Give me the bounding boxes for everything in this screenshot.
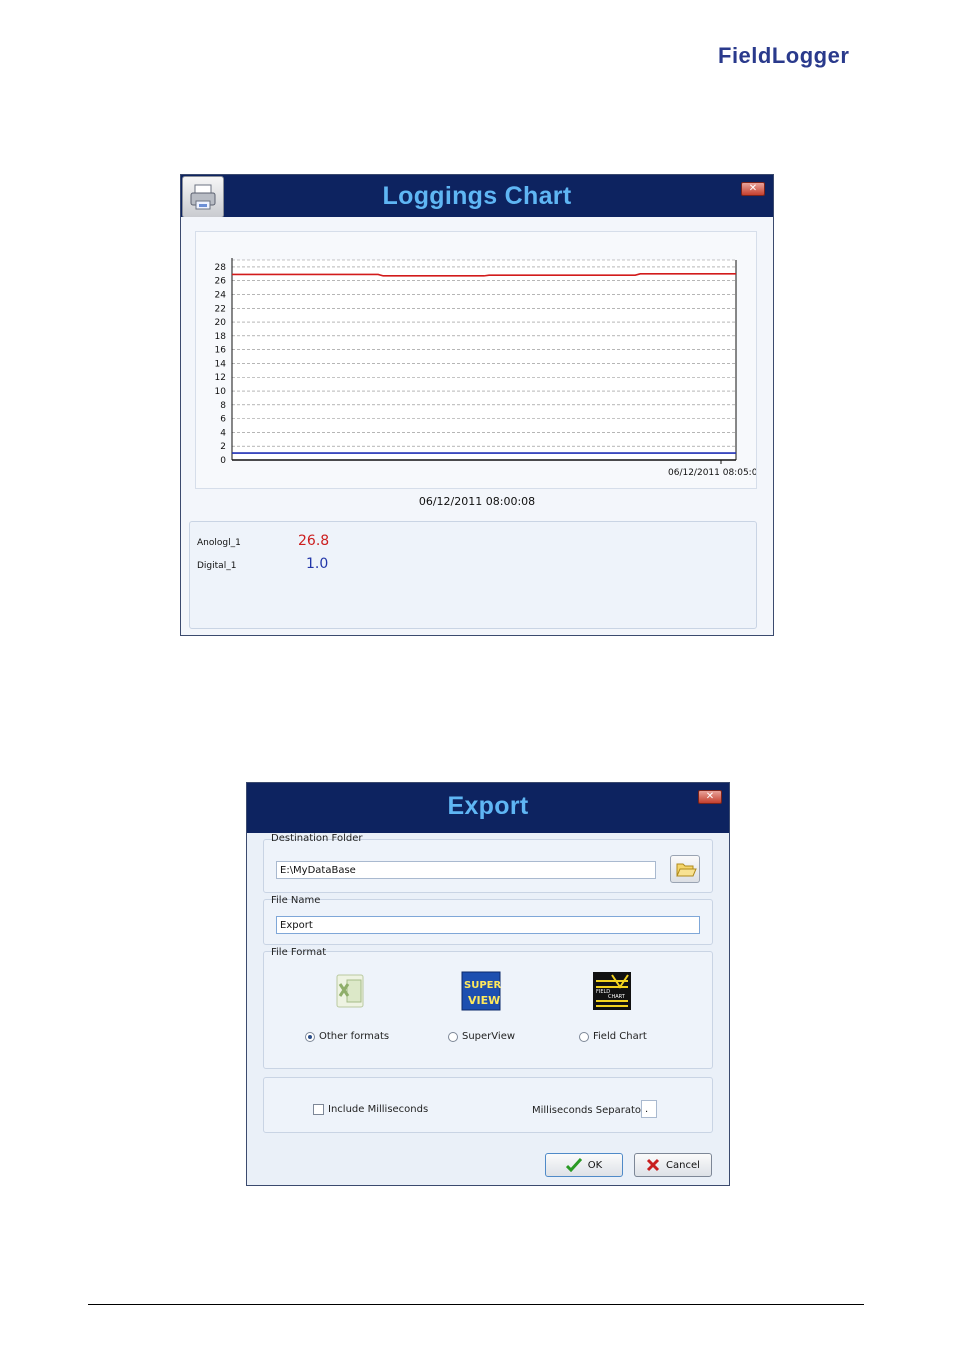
file-name-label: File Name (271, 895, 321, 906)
cancel-label: Cancel (666, 1159, 700, 1171)
ok-button[interactable]: OK (545, 1153, 623, 1177)
fieldlogger-logo-mark: FieldLogger (718, 43, 849, 68)
format-label-superview: SuperView (462, 1031, 516, 1042)
file-format-label: File Format (271, 947, 327, 958)
chart-plot-area: 0 2 4 6 8 10 12 14 16 18 20 22 24 26 28 06/12/2011 08:0… (195, 231, 757, 489)
cancel-button[interactable]: Cancel (634, 1153, 712, 1177)
page-footer-rule (88, 1304, 864, 1305)
chart-close-button[interactable]: ✕ (741, 182, 765, 196)
y-tick-label: 10 (215, 387, 227, 397)
printer-icon (190, 184, 216, 210)
include-milliseconds-checkbox[interactable] (313, 1104, 324, 1115)
y-tick-label: 22 (215, 304, 226, 314)
chart-window-title: Loggings Chart (181, 175, 773, 217)
format-option-other[interactable]: Other formats (305, 1031, 389, 1042)
format-label-other: Other formats (319, 1031, 390, 1042)
fieldchart-icon[interactable]: FIELD CHART (592, 971, 632, 1011)
y-tick-label: 12 (215, 373, 226, 383)
file-name-input[interactable]: Export (276, 916, 700, 934)
radio-superview[interactable] (448, 1031, 458, 1042)
chart-timestamp: 06/12/2011 08:00:08 (418, 495, 536, 508)
checkmark-icon (565, 1158, 582, 1172)
close-x-icon: ✕ (748, 183, 758, 194)
y-tick-label: 0 (220, 456, 226, 466)
excel-icon[interactable] (331, 971, 371, 1011)
channel-name-1: Anologl_1 (197, 538, 241, 548)
close-x-icon: ✕ (705, 791, 715, 802)
channel-name-2: Digital_1 (197, 561, 237, 571)
export-window: Export ✕ Destination Folder E:\MyDataBas… (246, 782, 730, 1186)
cancel-x-icon (646, 1158, 660, 1172)
channel-value-2: 1.0 (306, 556, 329, 572)
y-tick-label: 24 (215, 290, 227, 300)
y-tick-label: 8 (220, 401, 226, 411)
y-tick-label: 4 (220, 428, 226, 438)
y-tick-label: 16 (215, 346, 227, 356)
superview-icon[interactable]: SUPER VIEW (461, 971, 501, 1011)
y-tick-label: 14 (215, 359, 227, 369)
y-tick-label: 20 (215, 318, 227, 328)
plot-background (232, 260, 736, 460)
loggings-chart-window: Loggings Chart ✕ 0 2 4 6 8 10 12 14 16 18 20 22 24 26… (180, 174, 774, 636)
destination-folder-label: Destination Folder (271, 833, 363, 844)
svg-text:SUPER: SUPER (464, 980, 501, 991)
channel-value-1: 26.8 (298, 533, 330, 549)
y-tick-label: 2 (220, 442, 226, 452)
ok-label: OK (587, 1159, 603, 1171)
logo-text: FieldLogger (718, 43, 849, 68)
y-tick-label: 6 (220, 415, 226, 425)
include-milliseconds-option[interactable]: Include Milliseconds (313, 1104, 428, 1115)
folder-open-icon (676, 863, 697, 877)
format-option-superview[interactable]: SuperView (448, 1031, 515, 1042)
svg-text:CHART: CHART (608, 994, 626, 1000)
radio-field-chart[interactable] (579, 1031, 589, 1042)
y-tick-label: 26 (215, 277, 227, 287)
export-body: Destination Folder E:\MyDataBase File Na… (247, 833, 729, 1185)
print-button[interactable] (182, 176, 224, 218)
values-panel: Anologl_1 26.8 Digital_1 1.0 (189, 521, 757, 629)
destination-folder-input[interactable]: E:\MyDataBase (276, 861, 656, 879)
logging-line-chart: 024681012141618202224262806/12/2011 08:0… (215, 258, 756, 478)
svg-text:VIEW: VIEW (468, 994, 500, 1007)
radio-other-formats[interactable] (305, 1031, 315, 1042)
fieldlogger-logo: FieldLogger (716, 42, 866, 70)
y-tick-label: 28 (215, 263, 227, 273)
format-option-fieldchart[interactable]: Field Chart (579, 1031, 647, 1042)
chart-body: 0 2 4 6 8 10 12 14 16 18 20 22 24 26 28 06/12/2011 08:0… (181, 217, 773, 635)
y-tick-label: 18 (215, 332, 227, 342)
ms-separator-label: Milliseconds Separator (532, 1105, 646, 1116)
ms-separator-input[interactable]: . (641, 1100, 657, 1118)
format-label-fieldchart: Field Chart (593, 1031, 647, 1042)
include-milliseconds-label: Include Milliseconds (328, 1104, 429, 1115)
export-window-title: Export (247, 783, 729, 833)
browse-folder-button[interactable] (670, 855, 700, 883)
x-tick-label: 06/12/2011 08:05:00 (668, 468, 756, 478)
export-close-button[interactable]: ✕ (698, 790, 722, 804)
